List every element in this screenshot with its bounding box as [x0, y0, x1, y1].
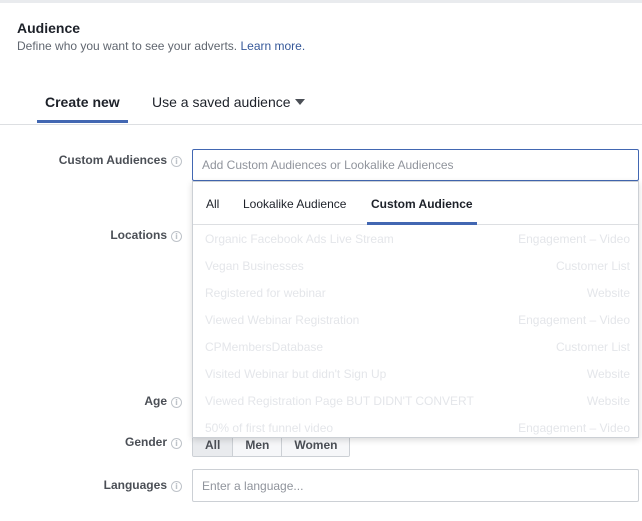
- list-item[interactable]: Vegan Businesses Customer List: [193, 252, 638, 279]
- locations-label: Locations i: [110, 228, 182, 242]
- languages-label: Languages i: [104, 478, 182, 492]
- age-label: Age i: [144, 394, 182, 408]
- list-item-name: Viewed Registration Page BUT DIDN'T CONV…: [205, 394, 474, 408]
- subtitle-text: Define who you want to see your adverts.: [17, 39, 238, 53]
- list-item[interactable]: Organic Facebook Ads Live Stream Engageme…: [193, 225, 638, 252]
- tab-saved-audience[interactable]: Use a saved audience: [152, 94, 305, 110]
- tab-saved-label: Use a saved audience: [152, 94, 291, 110]
- list-item-type: Customer List: [555, 259, 630, 273]
- languages-label-text: Languages: [103, 478, 167, 492]
- gender-label-text: Gender: [124, 435, 167, 449]
- gender-label: Gender i: [125, 435, 182, 449]
- caret-down-icon: [294, 99, 305, 105]
- list-item[interactable]: Registered for webinar Website: [193, 279, 638, 306]
- list-item-name: Organic Facebook Ads Live Stream: [205, 232, 394, 246]
- list-item-name: Registered for webinar: [205, 286, 326, 300]
- info-icon[interactable]: i: [171, 438, 182, 449]
- info-icon[interactable]: i: [171, 481, 182, 492]
- custom-audiences-label: Custom Audiences i: [59, 153, 182, 167]
- list-item-name: Vegan Businesses: [205, 259, 304, 273]
- dropdown-list: Organic Facebook Ads Live Stream Engageme…: [193, 225, 638, 437]
- list-item[interactable]: Viewed Webinar Registration Engagement – …: [193, 306, 638, 333]
- info-icon[interactable]: i: [171, 156, 182, 167]
- list-item-type: Website: [586, 286, 630, 300]
- list-item-type: Website: [586, 367, 630, 381]
- custom-audiences-dropdown: All Lookalike Audience Custom Audience O…: [192, 181, 639, 438]
- active-tab-indicator: [37, 120, 128, 123]
- list-item-type: Website: [586, 394, 630, 408]
- list-item-name: Viewed Webinar Registration: [205, 313, 360, 327]
- custom-audiences-input[interactable]: Add Custom Audiences or Lookalike Audien…: [192, 149, 639, 181]
- info-icon[interactable]: i: [171, 231, 182, 242]
- list-item[interactable]: Viewed Registration Page BUT DIDN'T CONV…: [193, 387, 638, 414]
- dropdown-tab-custom[interactable]: Custom Audience: [371, 197, 473, 211]
- audience-tabs: Create new Use a saved audience: [0, 84, 642, 125]
- list-item-name: Visited Webinar but didn't Sign Up: [205, 367, 387, 381]
- dropdown-tab-all[interactable]: All: [206, 197, 219, 211]
- custom-audiences-label-text: Custom Audiences: [58, 153, 167, 167]
- list-item-name: CPMembersDatabase: [205, 340, 324, 354]
- list-item[interactable]: Visited Webinar but didn't Sign Up Websit…: [193, 360, 638, 387]
- info-icon[interactable]: i: [171, 397, 182, 408]
- languages-input[interactable]: Enter a language...: [192, 469, 639, 502]
- list-item[interactable]: 50% of first funnel video Engagement – Vi…: [193, 414, 638, 437]
- dropdown-tab-lookalike[interactable]: Lookalike Audience: [243, 197, 346, 211]
- locations-label-text: Locations: [110, 228, 167, 242]
- learn-more-link[interactable]: Learn more.: [240, 39, 305, 53]
- list-item-type: Engagement – Video: [518, 421, 630, 435]
- tab-create-new[interactable]: Create new: [45, 94, 120, 110]
- panel-title: Audience: [17, 20, 81, 36]
- dropdown-tabs: All Lookalike Audience Custom Audience: [193, 182, 638, 225]
- list-item-type: Customer List: [555, 340, 630, 354]
- panel-subtitle: Define who you want to see your adverts.…: [17, 39, 305, 53]
- list-item-name: 50% of first funnel video: [205, 421, 334, 435]
- list-item-type: Engagement – Video: [518, 313, 630, 327]
- list-item[interactable]: CPMembersDatabase Customer List: [193, 333, 638, 360]
- list-item-type: Engagement – Video: [518, 232, 630, 246]
- top-divider: [0, 0, 642, 3]
- age-label-text: Age: [144, 394, 167, 408]
